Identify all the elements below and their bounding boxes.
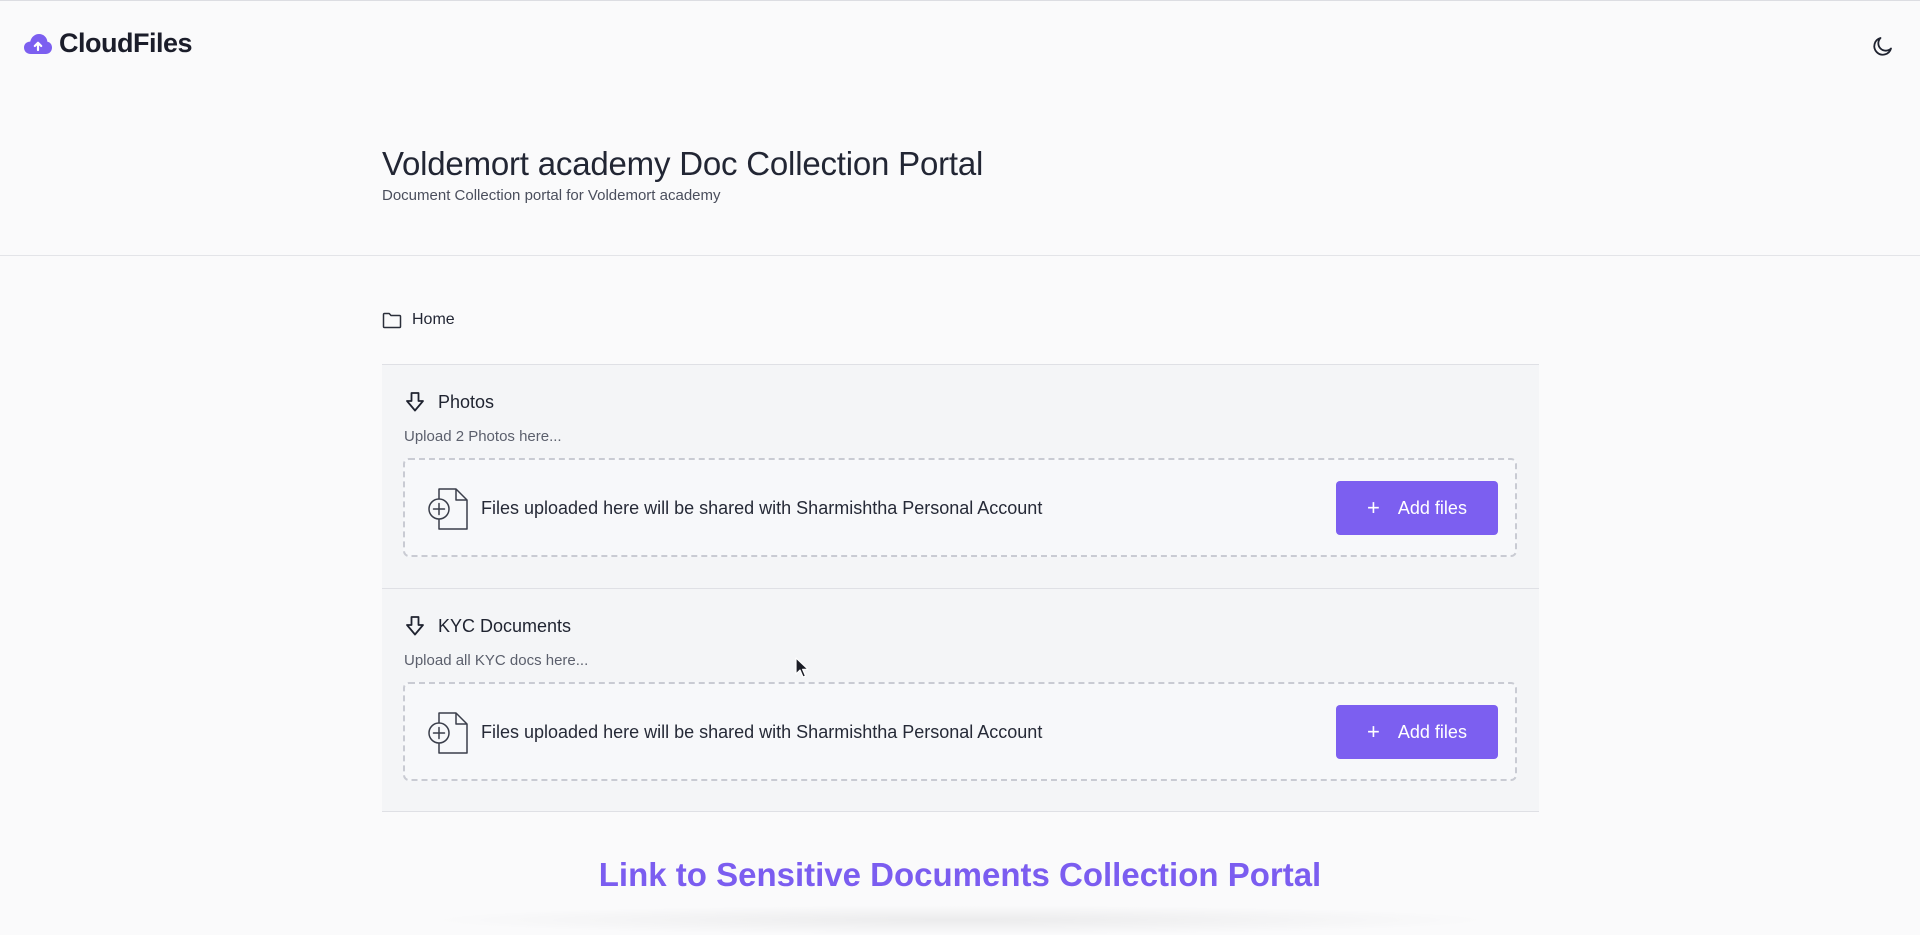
theme-toggle-button[interactable] [1868,31,1898,61]
plus-icon: + [1367,719,1380,744]
page-subtitle: Document Collection portal for Voldemort… [382,187,721,204]
plus-icon: + [1367,495,1380,520]
add-files-label: Add files [1397,497,1467,518]
bottom-shadow [420,905,1500,935]
breadcrumb-label: Home [412,311,455,328]
logo-text: CloudFiles [59,28,193,58]
section-header: KYC Documents [404,615,571,637]
section-description: Upload 2 Photos here... [404,428,562,445]
dropzone-text: Files uploaded here will be shared with … [481,498,1043,518]
section-description: Upload all KYC docs here... [404,652,589,669]
section-header: Photos [404,391,494,413]
moon-icon [1873,37,1892,56]
file-dropzone[interactable]: Files uploaded here will be shared with … [403,682,1517,781]
upload-section-kyc-documents: KYC Documents Upload all KYC docs here..… [382,588,1539,812]
mouse-cursor-icon [795,657,809,678]
breadcrumb-home[interactable]: Home [382,311,455,329]
logo[interactable]: CloudFiles [23,28,193,59]
file-add-icon [428,488,468,530]
file-dropzone[interactable]: Files uploaded here will be shared with … [403,458,1517,557]
folder-icon [382,312,402,328]
dropzone-text: Files uploaded here will be shared with … [481,722,1043,742]
upload-section-photos: Photos Upload 2 Photos here... Files upl… [382,364,1539,588]
cloud-upload-icon [24,33,52,54]
add-files-button[interactable]: + Add files [1336,705,1498,759]
add-files-button[interactable]: + Add files [1336,481,1498,535]
file-add-icon [428,712,468,754]
download-arrow-icon [406,616,424,636]
add-files-label: Add files [1397,721,1467,742]
section-title: KYC Documents [438,615,572,636]
download-arrow-icon [406,392,424,412]
sensitive-portal-link[interactable]: Link to Sensitive Documents Collection P… [0,856,1920,894]
portal-header: Voldemort academy Doc Collection Portal … [0,89,1920,256]
page-title: Voldemort academy Doc Collection Portal [382,145,984,182]
section-title: Photos [438,391,495,412]
navbar: CloudFiles [0,1,1920,89]
